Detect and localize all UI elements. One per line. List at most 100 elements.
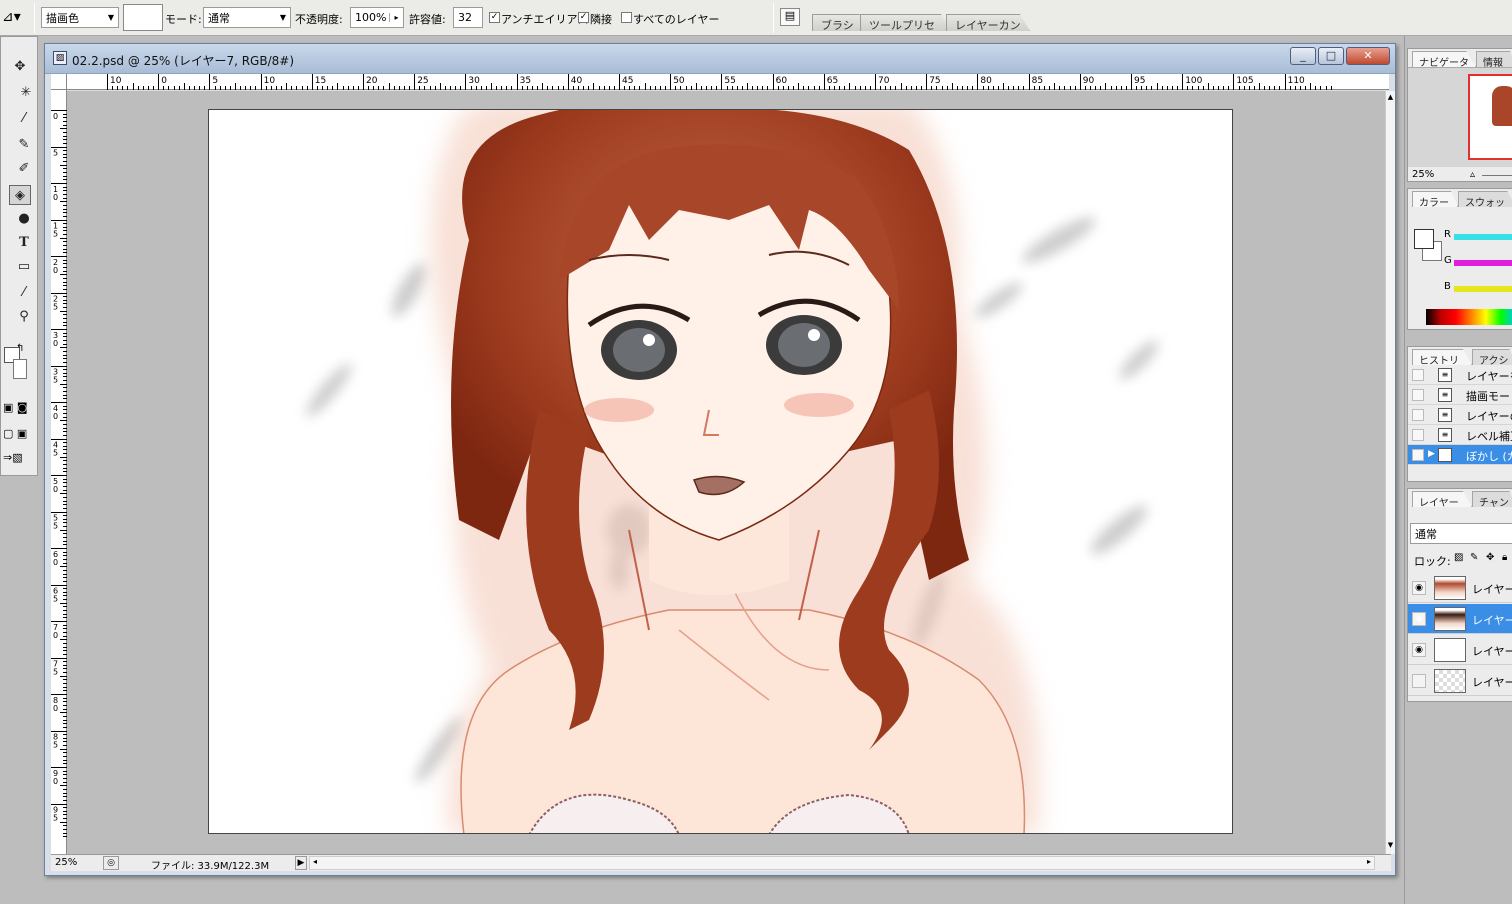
eye-icon[interactable]: ◉ xyxy=(1412,643,1426,657)
lock-all-icon[interactable]: 🔒︎ xyxy=(1502,552,1507,563)
tab-history[interactable]: ヒストリー xyxy=(1412,349,1472,365)
red-channel-label: R xyxy=(1444,229,1451,240)
status-info-icon[interactable]: ◎ xyxy=(103,856,119,870)
minimize-button[interactable]: _ xyxy=(1290,47,1316,65)
background-color-swatch[interactable] xyxy=(13,359,27,379)
tolerance-label: 許容値: xyxy=(409,13,446,26)
zoom-out-icon[interactable]: ▵ xyxy=(1470,169,1475,180)
horizontal-scrollbar[interactable]: ◂ ▸ xyxy=(309,856,1375,870)
quick-mask-icon[interactable]: ▣ ◙ xyxy=(3,401,33,415)
document-title: 02.2.psd @ 25% (レイヤー7, RGB/8#) xyxy=(72,54,295,68)
scroll-down-icon[interactable]: ▼ xyxy=(1386,841,1395,849)
ruler-label: 5 xyxy=(53,814,58,823)
shape-tool-icon[interactable]: ▭ xyxy=(13,257,35,277)
history-state-pointer-icon: ▶ xyxy=(1428,449,1435,459)
history-item[interactable]: ≡ 描画モード xyxy=(1408,385,1512,405)
tab-layers[interactable]: レイヤー xyxy=(1412,491,1472,507)
navigator-view-box[interactable] xyxy=(1468,74,1512,160)
pattern-picker[interactable] xyxy=(123,4,163,31)
navigator-panel: ナビゲータ 情報 25% ▵ xyxy=(1407,48,1512,182)
green-slider[interactable] xyxy=(1454,260,1512,266)
eyedropper-icon[interactable]: ⁄ xyxy=(13,109,35,129)
antialias-checkbox[interactable]: ✓ xyxy=(489,12,500,23)
ruler-origin[interactable] xyxy=(51,74,67,90)
file-browser-icon[interactable]: ▤ xyxy=(780,8,800,26)
layer-row[interactable]: ◉ レイヤー1 xyxy=(1408,666,1512,696)
zoom-slider[interactable] xyxy=(1482,175,1512,176)
color-spectrum-bar[interactable] xyxy=(1426,309,1512,325)
status-menu-arrow-icon[interactable]: ▶ xyxy=(295,856,307,870)
history-item[interactable]: ≡ レイヤーを xyxy=(1408,365,1512,385)
type-tool-icon[interactable]: T xyxy=(13,233,35,253)
fill-source-select[interactable]: 描画色 ▼ xyxy=(41,7,119,28)
image-canvas[interactable] xyxy=(208,109,1233,834)
document-title-bar[interactable]: ▨ 02.2.psd @ 25% (レイヤー7, RGB/8#) _ □ ✕ xyxy=(45,44,1395,74)
history-snapshot-box[interactable] xyxy=(1412,429,1424,441)
tab-actions[interactable]: アクション xyxy=(1472,349,1512,365)
layer-row[interactable]: ◉ レイヤー 2 xyxy=(1408,635,1512,665)
lock-transparency-icon[interactable]: ▨ xyxy=(1454,552,1463,563)
chevron-right-icon[interactable]: ▸ xyxy=(389,13,403,22)
paint-bucket-tool-icon[interactable]: ⊿▾ xyxy=(2,9,21,25)
tab-layer-comps[interactable]: レイヤーカンプ xyxy=(946,14,1030,31)
eye-icon[interactable]: ◉ xyxy=(1412,581,1426,595)
tab-tool-presets[interactable]: ツールプリセット xyxy=(860,14,952,31)
ruler-label: 0 xyxy=(53,266,58,275)
lock-paint-icon[interactable]: ✎ xyxy=(1470,552,1478,563)
scroll-up-icon[interactable]: ▲ xyxy=(1386,93,1395,101)
tab-swatches[interactable]: スウォッチ xyxy=(1458,191,1512,207)
history-item[interactable]: ≡ レベル補正 xyxy=(1408,425,1512,445)
contiguous-checkbox[interactable]: ✓ xyxy=(578,12,589,23)
lock-position-icon[interactable]: ✥ xyxy=(1486,552,1494,563)
zoom-level[interactable]: 25% xyxy=(55,857,77,868)
blue-slider[interactable] xyxy=(1454,286,1512,292)
zoom-tool-icon[interactable]: ⚲ xyxy=(13,307,35,327)
jump-to-imageready-icon[interactable]: ⇒▧ xyxy=(3,451,33,465)
navigator-zoom[interactable]: 25% xyxy=(1412,169,1434,180)
brush-tool-icon[interactable]: ✎ xyxy=(13,135,35,155)
tab-brush-label: ブラシ xyxy=(821,19,854,32)
mode-value: 通常 xyxy=(208,11,230,25)
layer-blend-mode-select[interactable]: 通常 xyxy=(1410,523,1512,544)
tolerance-input[interactable]: 32 xyxy=(453,7,483,28)
document-window: ▨ 02.2.psd @ 25% (レイヤー7, RGB/8#) _ □ ✕ 1… xyxy=(44,43,1396,876)
red-slider[interactable] xyxy=(1454,234,1512,240)
scroll-right-icon[interactable]: ▸ xyxy=(1367,857,1371,866)
layer-row-active[interactable]: ◉ レイヤー7 xyxy=(1408,604,1512,634)
paint-bucket-icon[interactable]: ◈ xyxy=(9,185,31,205)
canvas-area[interactable] xyxy=(67,91,1385,854)
layer-name: レイヤー1 xyxy=(1472,676,1512,689)
history-brush-icon[interactable]: ✐ xyxy=(13,159,35,179)
foreground-color-chip[interactable] xyxy=(1414,229,1434,249)
history-item[interactable]: ≡ レイヤーの xyxy=(1408,405,1512,425)
maximize-button[interactable]: □ xyxy=(1318,47,1344,65)
close-button[interactable]: ✕ xyxy=(1346,47,1390,65)
divider xyxy=(34,3,35,33)
history-snapshot-box[interactable] xyxy=(1412,409,1424,421)
eye-icon[interactable]: ◉ xyxy=(1412,612,1426,626)
tab-info[interactable]: 情報 xyxy=(1476,51,1512,67)
tab-channels[interactable]: チャンネル xyxy=(1472,491,1512,507)
move-tool-icon[interactable]: ✥ xyxy=(9,57,31,77)
history-snapshot-box[interactable] xyxy=(1412,389,1424,401)
tab-navigator[interactable]: ナビゲータ xyxy=(1412,51,1476,67)
all-layers-checkbox[interactable] xyxy=(621,12,632,23)
screen-mode-icon[interactable]: ▢ ▣ xyxy=(3,427,33,441)
vertical-scrollbar[interactable]: ▲ ▼ xyxy=(1385,91,1395,854)
tab-brush[interactable]: ブラシ xyxy=(812,14,866,31)
eye-hidden-icon[interactable]: ◉ xyxy=(1412,674,1426,688)
history-snapshot-box[interactable] xyxy=(1412,369,1424,381)
chevron-down-icon: ▼ xyxy=(107,13,115,22)
tab-color[interactable]: カラー xyxy=(1412,191,1458,207)
dodge-tool-icon[interactable]: ● xyxy=(13,209,35,229)
eyedropper-icon[interactable]: ⁄ xyxy=(13,283,35,303)
opacity-input[interactable]: 100% ▸ xyxy=(350,7,404,28)
mode-select[interactable]: 通常 ▼ xyxy=(203,7,291,28)
magic-wand-icon[interactable]: ✳ xyxy=(15,83,37,103)
history-snapshot-box[interactable] xyxy=(1412,449,1424,461)
swap-colors-icon[interactable]: ↰ xyxy=(16,343,24,354)
scroll-left-icon[interactable]: ◂ xyxy=(313,857,317,866)
layer-row[interactable]: ◉ レイヤー7 xyxy=(1408,573,1512,603)
history-item-active[interactable]: ▶≡ ぼかし (ガウ xyxy=(1408,445,1512,465)
ruler-label: 70 xyxy=(878,76,890,86)
